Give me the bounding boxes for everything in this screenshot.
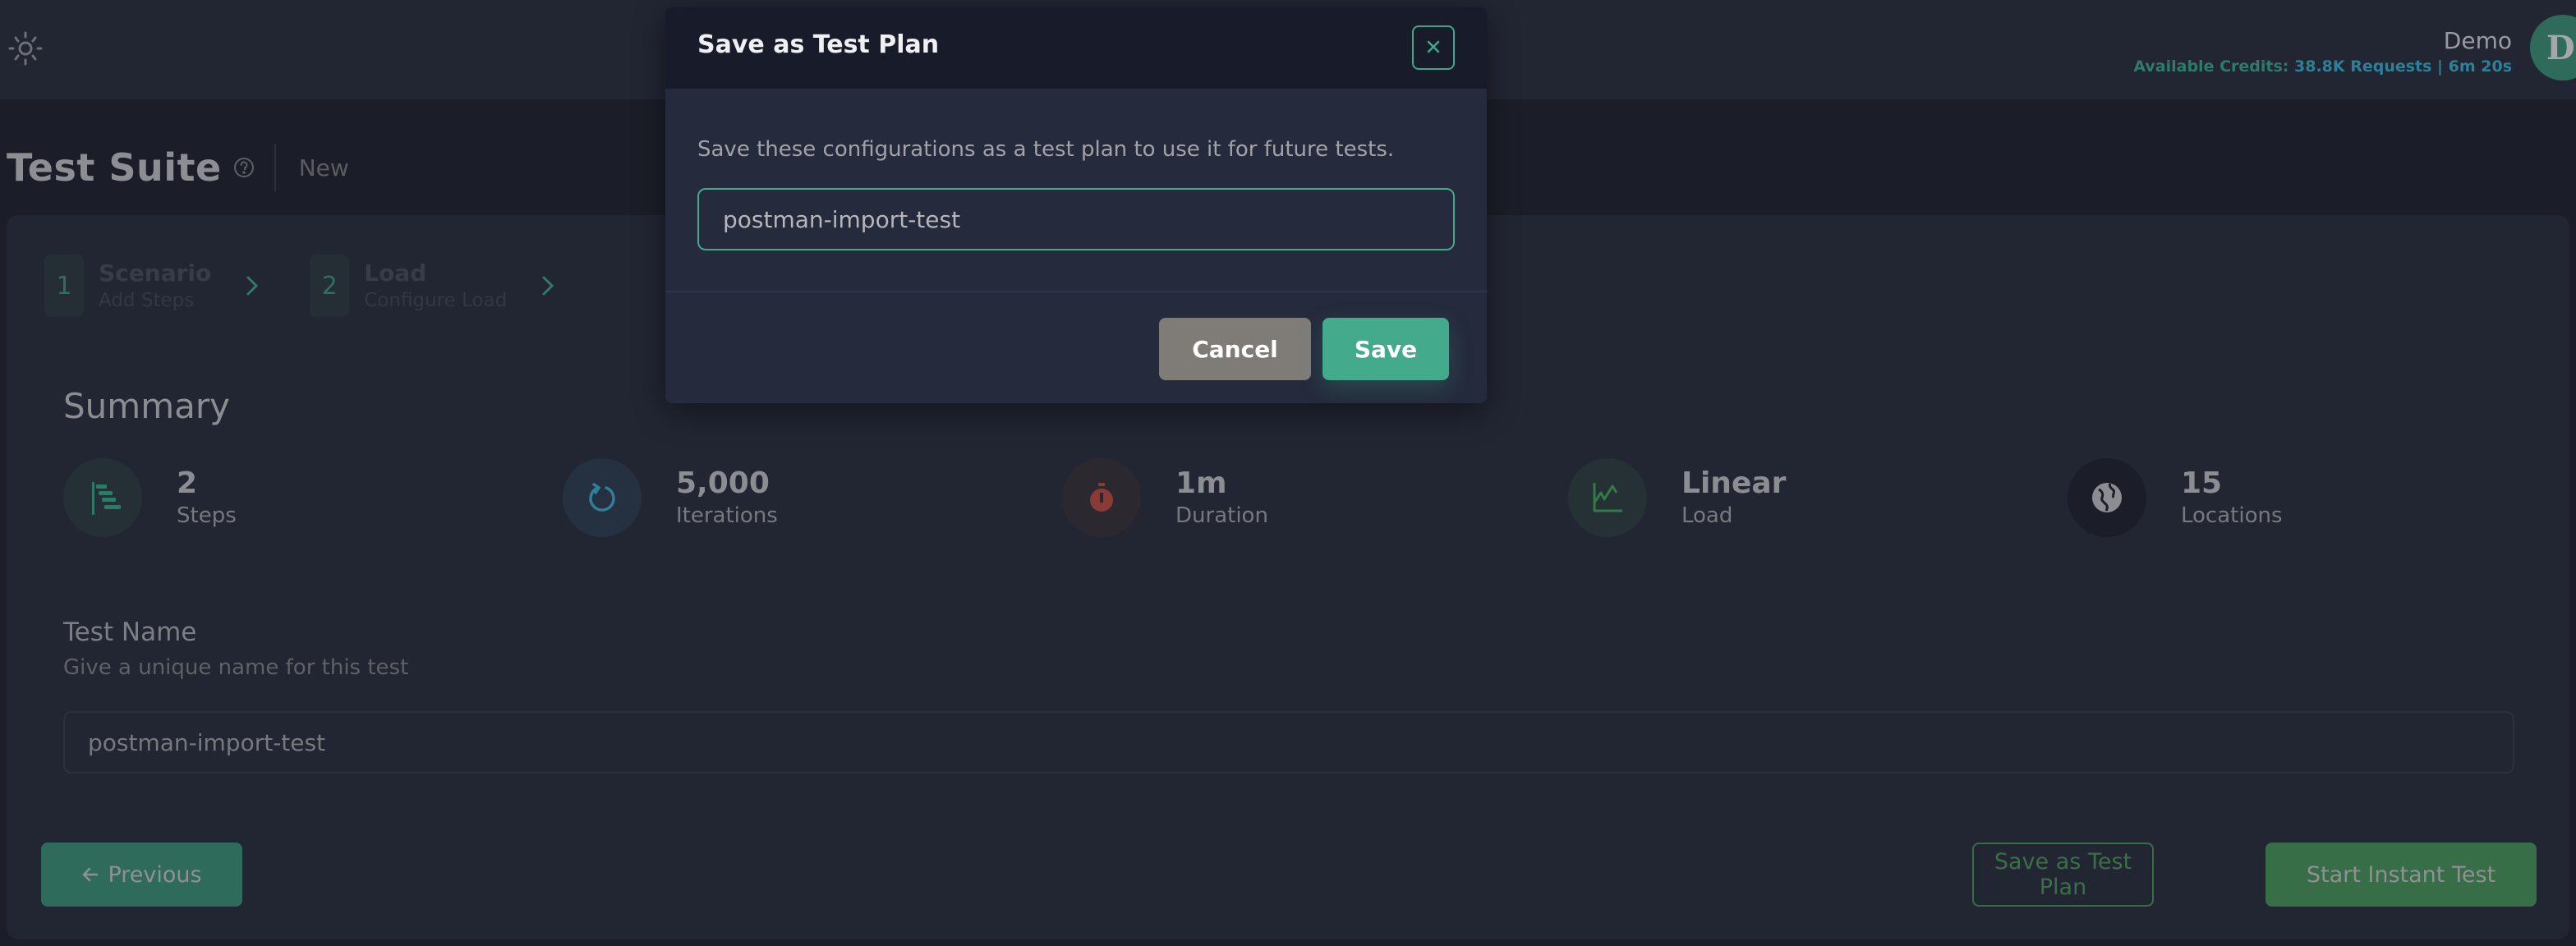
stat-load: Linear Load bbox=[1568, 458, 1786, 537]
summary-title: Summary bbox=[63, 386, 230, 426]
stat-label: Duration bbox=[1175, 503, 1268, 528]
stat-value: Linear bbox=[1681, 466, 1787, 500]
modal-divider bbox=[665, 291, 1487, 292]
save-test-plan-modal: Save as Test Plan Save these configurati… bbox=[665, 7, 1487, 403]
stat-label: Locations bbox=[2181, 503, 2283, 528]
save-button[interactable]: Save bbox=[1322, 318, 1449, 380]
globe-icon bbox=[2068, 458, 2146, 537]
stat-value: 2 bbox=[177, 466, 198, 500]
page-title: Test Suite bbox=[7, 145, 222, 190]
stepper: 1 Scenario Add Steps 2 Load Configure Lo… bbox=[44, 255, 605, 317]
cancel-button[interactable]: Cancel bbox=[1159, 318, 1311, 380]
user-info[interactable]: Demo Available Credits: 38.8K Requests |… bbox=[2133, 26, 2512, 77]
step-subtitle: Configure Load bbox=[364, 290, 508, 311]
previous-label: Previous bbox=[108, 861, 202, 888]
chevron-right-icon bbox=[244, 273, 260, 298]
test-name-input[interactable] bbox=[63, 711, 2514, 774]
test-name-help: Give a unique name for this test bbox=[63, 655, 409, 680]
start-instant-test-button[interactable]: Start Instant Test bbox=[2266, 843, 2537, 907]
user-name: Demo bbox=[2443, 27, 2512, 54]
step-number: 2 bbox=[310, 255, 350, 317]
refresh-icon bbox=[563, 458, 642, 537]
step-number: 1 bbox=[44, 255, 84, 317]
available-credits: Available Credits: 38.8K Requests | 6m 2… bbox=[2133, 56, 2512, 77]
stat-label: Load bbox=[1681, 503, 1733, 528]
test-plan-name-input[interactable] bbox=[697, 188, 1455, 250]
previous-button[interactable]: Previous bbox=[41, 843, 242, 907]
avatar[interactable]: D bbox=[2530, 15, 2576, 80]
stat-locations: 15 Locations bbox=[2068, 458, 2283, 537]
modal-description: Save these configurations as a test plan… bbox=[697, 137, 1395, 162]
credits-label: Available Credits: bbox=[2133, 57, 2289, 76]
header-divider bbox=[274, 144, 276, 191]
stat-label: Iterations bbox=[676, 503, 778, 528]
stopwatch-icon bbox=[1062, 458, 1141, 537]
stat-steps: 2 Steps bbox=[63, 458, 237, 537]
step-title: Load bbox=[364, 259, 427, 287]
step-title: Scenario bbox=[99, 259, 212, 287]
modal-header: Save as Test Plan bbox=[665, 7, 1487, 89]
steps-icon bbox=[63, 458, 142, 537]
stat-value: 15 bbox=[2181, 466, 2223, 500]
stat-label: Steps bbox=[177, 503, 237, 528]
stat-iterations: 5,000 Iterations bbox=[563, 458, 778, 537]
step-subtitle: Add Steps bbox=[99, 290, 195, 311]
step-load[interactable]: 2 Load Configure Load bbox=[310, 255, 507, 317]
question-circle-icon[interactable] bbox=[233, 157, 255, 178]
close-icon bbox=[1424, 38, 1442, 58]
credits-value: 38.8K Requests | 6m 20s bbox=[2294, 57, 2512, 76]
modal-title: Save as Test Plan bbox=[697, 30, 940, 59]
summary-stats: 2 Steps 5,000 Iterations 1m Duration Lin… bbox=[63, 458, 2528, 540]
step-scenario[interactable]: 1 Scenario Add Steps bbox=[44, 255, 211, 317]
chevron-right-icon bbox=[540, 273, 556, 298]
save-as-test-plan-button[interactable]: Save as Test Plan bbox=[1972, 843, 2154, 907]
stat-value: 1m bbox=[1175, 466, 1227, 500]
theme-toggle-button[interactable] bbox=[3, 26, 49, 72]
stat-value: 5,000 bbox=[676, 466, 770, 500]
page-status: New bbox=[298, 154, 349, 181]
stat-duration: 1m Duration bbox=[1062, 458, 1268, 537]
test-name-label: Test Name bbox=[63, 618, 197, 647]
line-chart-icon bbox=[1568, 458, 1647, 537]
sun-icon bbox=[8, 30, 44, 69]
arrow-left-icon bbox=[81, 866, 99, 884]
page-header: Test Suite New bbox=[7, 143, 349, 192]
modal-close-button[interactable] bbox=[1412, 25, 1455, 70]
